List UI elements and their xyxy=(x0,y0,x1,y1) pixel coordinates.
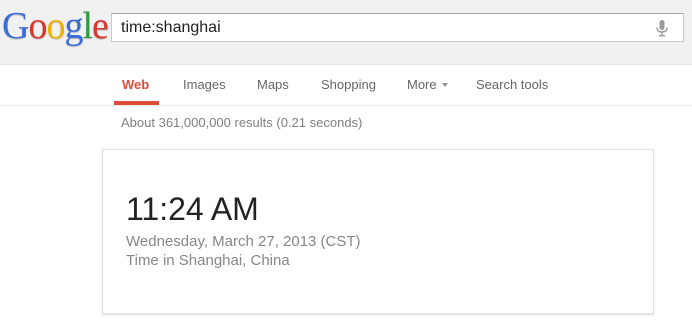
tab-shopping[interactable]: Shopping xyxy=(321,66,376,106)
search-box[interactable] xyxy=(111,13,684,42)
logo-letter: e xyxy=(92,5,109,47)
search-input[interactable] xyxy=(121,14,641,41)
active-tab-indicator xyxy=(114,101,159,105)
logo-letter: G xyxy=(2,5,29,47)
search-results-page: Google Web Images Maps Shopping More Sea… xyxy=(0,0,692,325)
current-date: Wednesday, March 27, 2013 (CST) xyxy=(126,233,361,250)
logo-letter: l xyxy=(82,5,93,47)
logo-letter: o xyxy=(28,5,47,47)
search-tabs: Web Images Maps Shopping More Search too… xyxy=(0,66,692,106)
tab-more-label: More xyxy=(407,77,437,92)
tab-search-tools[interactable]: Search tools xyxy=(476,66,548,106)
tab-maps[interactable]: Maps xyxy=(257,66,289,106)
header-bar: Google xyxy=(0,0,692,65)
tab-web[interactable]: Web xyxy=(122,66,149,106)
tab-more[interactable]: More xyxy=(407,66,448,106)
logo-letter: o xyxy=(46,5,65,47)
microphone-icon[interactable] xyxy=(656,20,668,37)
time-location: Time in Shanghai, China xyxy=(126,252,290,269)
result-stats: About 361,000,000 results (0.21 seconds) xyxy=(121,115,363,130)
tab-images[interactable]: Images xyxy=(183,66,226,106)
google-logo[interactable]: Google xyxy=(2,2,109,50)
logo-letter: g xyxy=(64,5,83,47)
time-answer-card: 11:24 AM Wednesday, March 27, 2013 (CST)… xyxy=(102,149,654,314)
caret-down-icon xyxy=(441,83,448,87)
current-time: 11:24 AM xyxy=(126,191,259,227)
